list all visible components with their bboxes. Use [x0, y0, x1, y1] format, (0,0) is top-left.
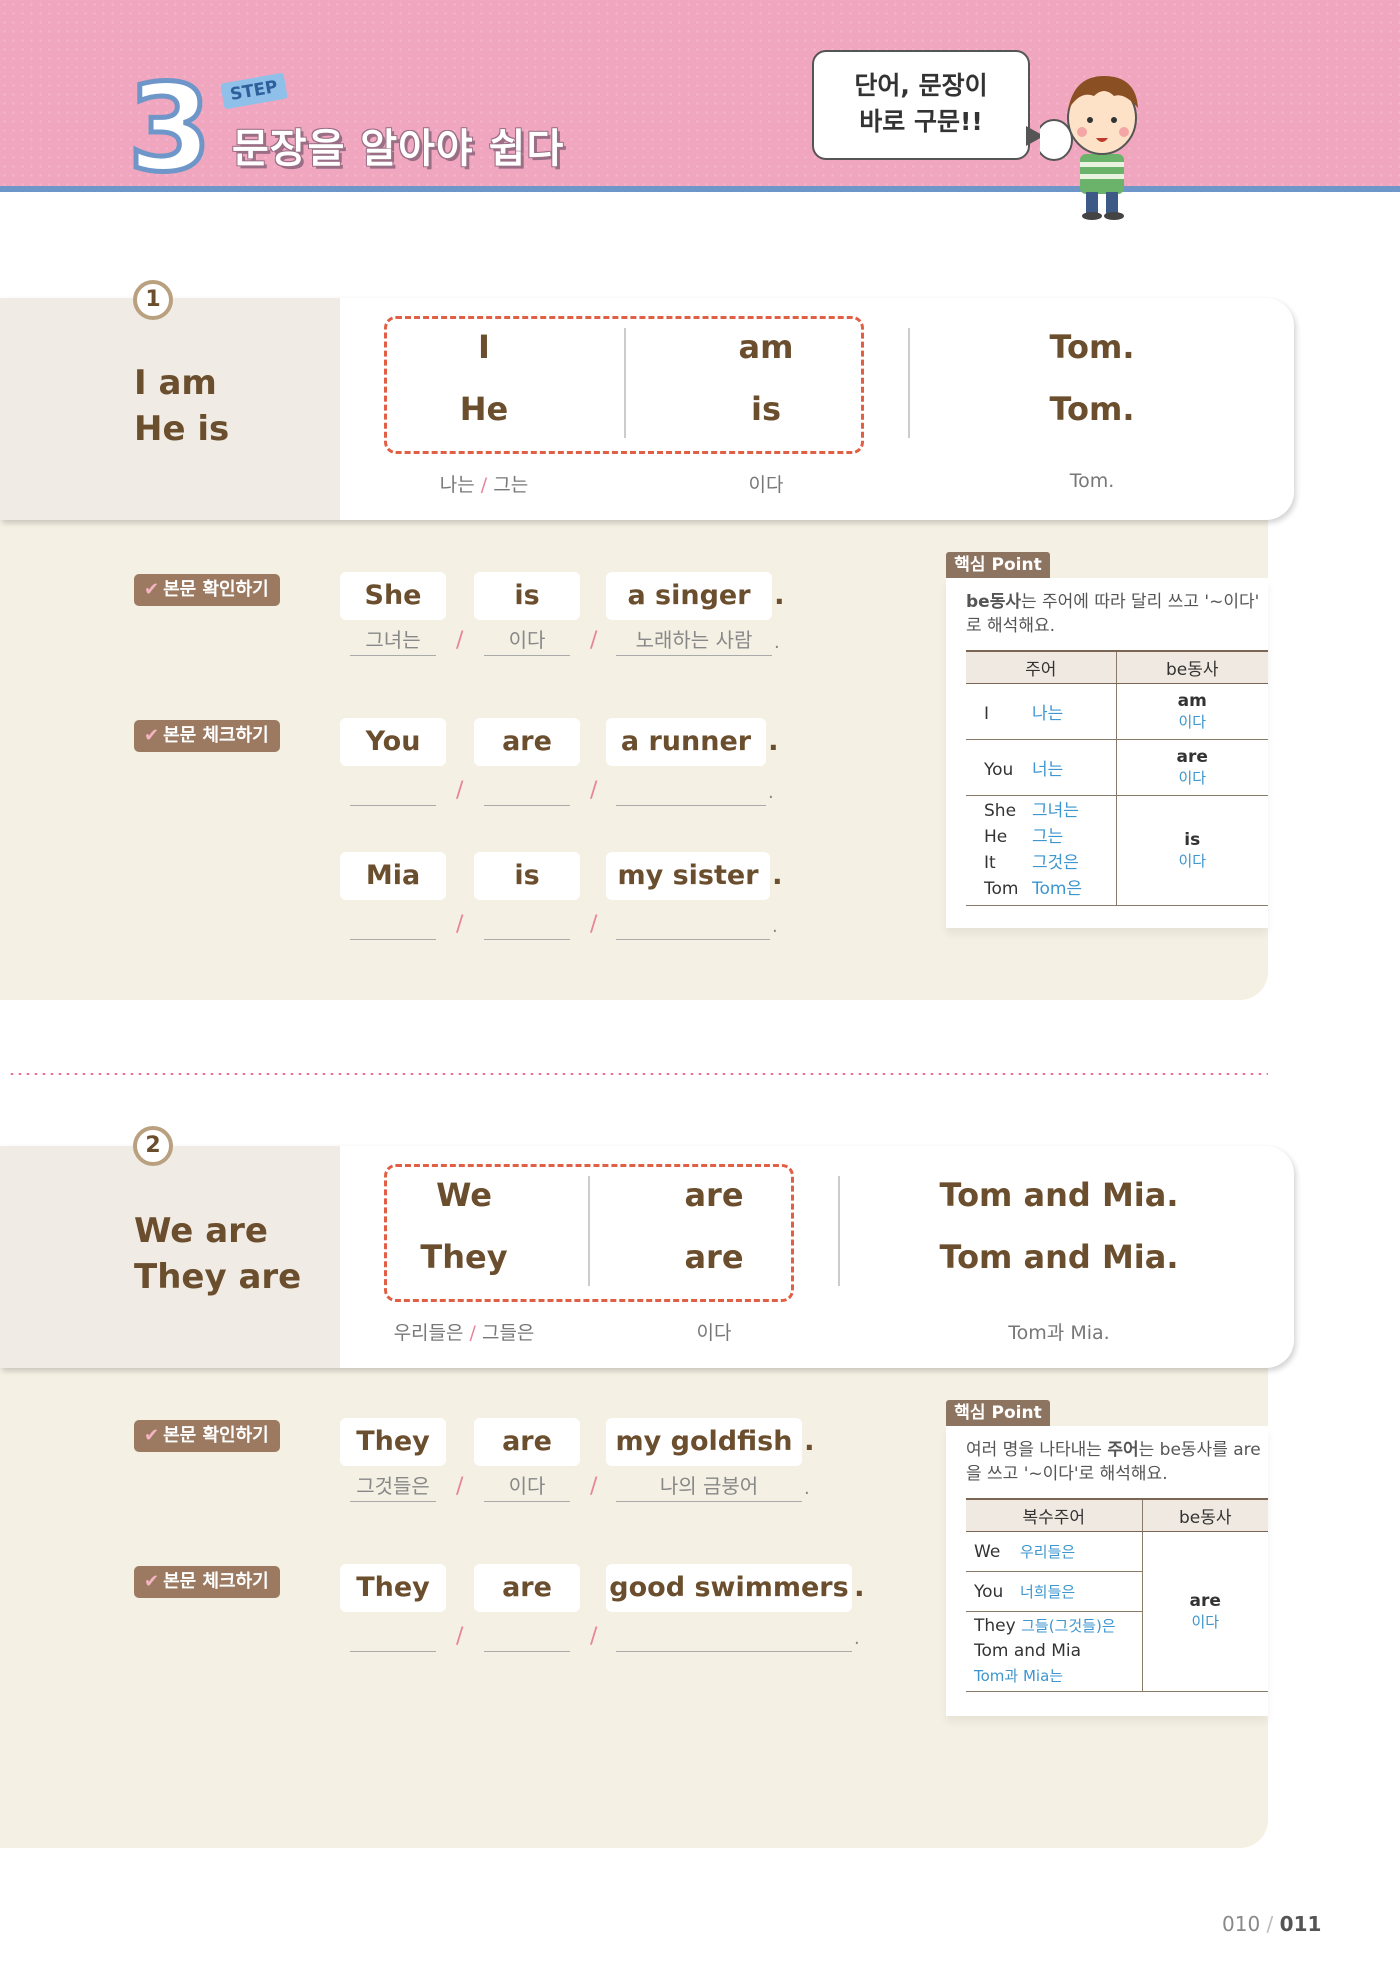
word-chip: She [340, 572, 446, 620]
complement-gloss: Tom. [1069, 470, 1115, 492]
verb-gloss: 이다 [696, 1322, 732, 1344]
answer-line[interactable] [616, 910, 770, 940]
answer-line[interactable] [484, 910, 570, 940]
verb-word: are [684, 1176, 744, 1214]
step-title: 문장을 알아야 쉽다 [232, 126, 565, 172]
word-chip: They [340, 1564, 446, 1612]
verb-word: are [684, 1238, 744, 1276]
badge-check-practice: ✔ 본문 체크하기 [134, 720, 280, 752]
word-chip: are [474, 1418, 580, 1466]
complement-word: Tom and Mia. [939, 1238, 1179, 1276]
word-chip: a singer [606, 572, 772, 620]
word-chip: You [340, 718, 446, 766]
badge-check-text: ✔ 본문 확인하기 [134, 574, 280, 606]
answer-line[interactable] [484, 776, 570, 806]
be-verb-table: 주어 be동사 I 나는 am 이다 You 너는 are 이다 She 그녀는 He 그는… [966, 650, 1268, 906]
bubble-line-2: 바로 구문!! [859, 107, 983, 136]
complement-word: Tom. [1049, 390, 1135, 428]
subject-gloss: 나는 / 그는 [439, 474, 529, 496]
checkmark-icon: ✔ [144, 579, 160, 600]
section-2-pattern-card: We are They are We are Tom and Mia. They… [0, 1146, 1294, 1368]
subject-word: I [478, 328, 490, 366]
point-description: be동사는 주어에 따라 달리 쓰고 '~이다' 로 해석해요. [966, 592, 1260, 636]
point-tag: 핵심 Point [946, 552, 1050, 578]
subject-word: They [420, 1238, 508, 1276]
boy-mascot-icon [1040, 76, 1138, 220]
badge-check-practice: ✔ 본문 체크하기 [134, 1566, 280, 1598]
word-chip: are [474, 1564, 580, 1612]
section-divider [8, 1072, 1268, 1076]
step-number: 3 [126, 60, 214, 199]
answer-line: 그것들은 [350, 1472, 436, 1502]
word-chip: a runner [606, 718, 766, 766]
word-chip: my sister [606, 852, 770, 900]
section-1-number: 1 [133, 280, 173, 320]
point-description: 여러 명을 나타내는 주어는 be동사를 are 을 쓰고 '~이다'로 해석해… [966, 1440, 1261, 1484]
word-chip: is [474, 852, 580, 900]
complement-word: Tom. [1049, 328, 1135, 366]
bubble-line-1: 단어, 문장이 [854, 71, 988, 100]
checkmark-icon: ✔ [144, 1425, 160, 1446]
subject-word: He [459, 390, 509, 428]
answer-line[interactable] [350, 910, 436, 940]
answer-line[interactable] [350, 1622, 436, 1652]
answer-line[interactable] [616, 1622, 852, 1652]
badge-check-text: ✔ 본문 확인하기 [134, 1420, 280, 1452]
section-2-title: We are They are [134, 1211, 302, 1297]
point-box: 여러 명을 나타내는 주어는 be동사를 are 을 쓰고 '~이다'로 해석해… [946, 1426, 1268, 1716]
word-chip: my goldfish [606, 1418, 802, 1466]
checkmark-icon: ✔ [144, 1571, 160, 1592]
verb-word: am [738, 328, 794, 366]
speech-bubble: 단어, 문장이 바로 구문!! [812, 50, 1030, 160]
subject-gloss: 우리들은 / 그들은 [393, 1322, 535, 1344]
section-1-title: I am He is [134, 363, 230, 449]
word-chip: is [474, 572, 580, 620]
word-chip: They [340, 1418, 446, 1466]
answer-line: 이다 [484, 1472, 570, 1502]
complement-word: Tom and Mia. [939, 1176, 1179, 1214]
answer-line: 나의 금붕어 [616, 1472, 802, 1502]
complement-gloss: Tom과 Mia. [1008, 1322, 1110, 1344]
word-chip: Mia [340, 852, 446, 900]
answer-line: 노래하는 사람 [616, 626, 772, 656]
verb-word: is [750, 390, 781, 428]
answer-line[interactable] [484, 1622, 570, 1652]
section-2-number: 2 [133, 1126, 173, 1166]
word-chip: good swimmers [606, 1564, 852, 1612]
checkmark-icon: ✔ [144, 725, 160, 746]
verb-gloss: 이다 [748, 474, 784, 496]
point-box: be동사는 주어에 따라 달리 쓰고 '~이다' 로 해석해요. 주어 be동사… [946, 578, 1268, 928]
answer-line: 그녀는 [350, 626, 436, 656]
page-number: 010 / 011 [1222, 1912, 1322, 1936]
section-1-pattern-card: I am He is I am Tom. He is Tom. 나는 / 그는 … [0, 298, 1294, 520]
plural-subject-table: 복수주어 be동사 We 우리들은 are 이다 You 너희들은 They 그들(그… [966, 1498, 1268, 1692]
point-tag: 핵심 Point [946, 1400, 1050, 1426]
word-chip: are [474, 718, 580, 766]
answer-line[interactable] [616, 776, 766, 806]
answer-line[interactable] [350, 776, 436, 806]
answer-line: 이다 [484, 626, 570, 656]
subject-word: We [436, 1176, 492, 1214]
